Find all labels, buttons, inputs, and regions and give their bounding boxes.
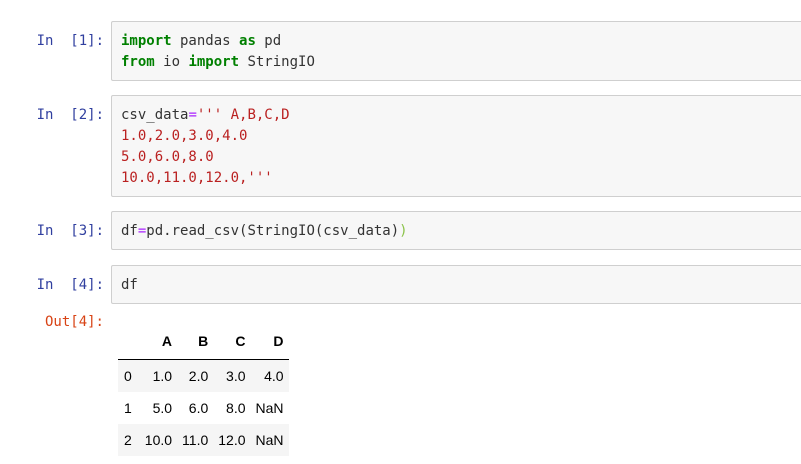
code-token: df bbox=[121, 277, 138, 293]
code-token: ) bbox=[399, 223, 408, 239]
table-cell: NaN bbox=[255, 400, 284, 416]
code-editor[interactable]: csv_data=''' A,B,C,D 1.0,2.0,3.0,4.0 5.0,6… bbox=[121, 105, 290, 189]
row-index: 0 bbox=[124, 368, 132, 384]
input-prompt: In [4]: bbox=[36, 277, 104, 293]
code-token: io bbox=[154, 54, 189, 70]
table-cell: 12.0 bbox=[218, 432, 246, 448]
code-token: from bbox=[121, 54, 155, 70]
row-index: 2 bbox=[124, 432, 132, 448]
table-row: 2 10.0 11.0 12.0 NaN bbox=[118, 424, 289, 456]
code-token: pandas bbox=[171, 33, 240, 49]
code-line: 10.0,11.0,12.0,''' bbox=[121, 168, 290, 189]
code-editor[interactable]: import pandas as pd from io import String… bbox=[121, 31, 315, 73]
code-token: StringIO bbox=[239, 54, 315, 70]
code-line: df bbox=[121, 275, 138, 296]
code-token: import bbox=[121, 33, 172, 49]
table-row: 0 1.0 2.0 3.0 4.0 bbox=[118, 359, 289, 392]
code-editor[interactable]: df bbox=[121, 275, 138, 296]
code-token: = bbox=[188, 107, 197, 123]
code-token: import bbox=[188, 54, 240, 70]
input-prompt: In [1]: bbox=[36, 33, 104, 49]
table-cell: 5.0 bbox=[152, 400, 173, 416]
code-token: csv_data bbox=[121, 107, 189, 123]
column-header-c: C bbox=[213, 323, 251, 360]
code-token: as bbox=[239, 33, 256, 49]
code-line: 5.0,6.0,8.0 bbox=[121, 147, 290, 168]
code-token: 5.0,6.0,8.0 bbox=[121, 149, 214, 165]
code-token: ''' A,B,C,D bbox=[196, 107, 290, 123]
code-token: pd.read_csv(StringIO(csv_data) bbox=[146, 223, 400, 239]
table-cell: 2.0 bbox=[188, 368, 209, 384]
code-input-area[interactable]: csv_data=''' A,B,C,D 1.0,2.0,3.0,4.0 5.0,6… bbox=[111, 95, 801, 197]
code-line: 1.0,2.0,3.0,4.0 bbox=[121, 126, 290, 147]
table-cell: 6.0 bbox=[188, 400, 209, 416]
code-line: df=pd.read_csv(StringIO(csv_data)) bbox=[121, 221, 408, 242]
output-prompt: Out[4]: bbox=[44, 314, 104, 330]
code-token: 10.0,11.0,12.0,''' bbox=[121, 170, 273, 186]
table-cell: 10.0 bbox=[144, 432, 173, 448]
code-line: from io import StringIO bbox=[121, 52, 315, 73]
column-header-d: D bbox=[250, 323, 289, 360]
index-header bbox=[118, 323, 140, 360]
column-header-a: A bbox=[139, 323, 178, 360]
code-token: df bbox=[121, 223, 138, 239]
table-row: 1 5.0 6.0 8.0 NaN bbox=[118, 392, 289, 424]
code-token: 1.0,2.0,3.0,4.0 bbox=[121, 128, 248, 144]
code-line: csv_data=''' A,B,C,D bbox=[121, 105, 290, 126]
table-cell: 11.0 bbox=[182, 432, 209, 448]
code-editor[interactable]: df=pd.read_csv(StringIO(csv_data)) bbox=[121, 221, 408, 242]
input-prompt: In [2]: bbox=[36, 107, 104, 123]
code-input-area[interactable]: df=pd.read_csv(StringIO(csv_data)) bbox=[111, 211, 801, 250]
code-input-area[interactable]: import pandas as pd from io import String… bbox=[111, 21, 801, 81]
code-line: import pandas as pd bbox=[121, 31, 315, 52]
table-cell: 1.0 bbox=[152, 368, 173, 384]
code-input-area[interactable]: df bbox=[111, 265, 801, 304]
dataframe-table: A B C D 0 1.0 2.0 3.0 4.0 1 5.0 6.0 8.0 … bbox=[118, 323, 289, 456]
code-token: pd bbox=[255, 33, 282, 49]
table-cell: NaN bbox=[255, 432, 284, 448]
table-cell: 4.0 bbox=[264, 368, 284, 384]
table-cell: 8.0 bbox=[226, 400, 246, 416]
row-index: 1 bbox=[124, 400, 132, 416]
table-header-row: A B C D bbox=[118, 323, 289, 360]
column-header-b: B bbox=[177, 323, 214, 360]
input-prompt: In [3]: bbox=[36, 223, 104, 239]
table-cell: 3.0 bbox=[226, 368, 246, 384]
